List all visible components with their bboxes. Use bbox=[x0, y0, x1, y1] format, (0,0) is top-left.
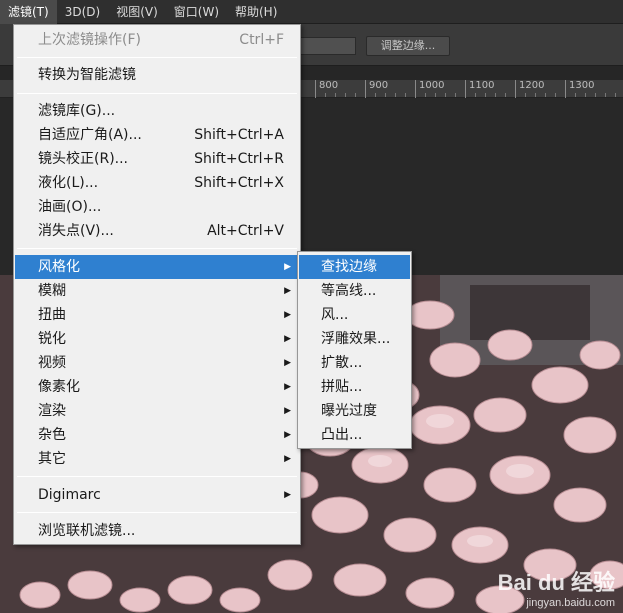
app-menubar: 滤镜(T) 3D(D) 视图(V) 窗口(W) 帮助(H) bbox=[0, 0, 623, 24]
menu-item-adaptive-wide-angle[interactable]: 自适应广角(A)... Shift+Ctrl+A bbox=[15, 123, 299, 147]
menu-item-other[interactable]: 其它 ▶ bbox=[15, 447, 299, 471]
menu-item-render[interactable]: 渲染 ▶ bbox=[15, 399, 299, 423]
menu-item-vanishing-point[interactable]: 消失点(V)... Alt+Ctrl+V bbox=[15, 219, 299, 243]
menu-item-label: 渲染 bbox=[38, 403, 66, 419]
menu-item-label: 滤镜库(G)... bbox=[38, 103, 116, 119]
menu-item-digimarc[interactable]: Digimarc ▶ bbox=[15, 483, 299, 507]
menu-item-label: 扭曲 bbox=[38, 307, 66, 323]
submenu-arrow-icon: ▶ bbox=[284, 310, 291, 320]
menu-item-browse-online-filters[interactable]: 浏览联机滤镜... bbox=[15, 519, 299, 543]
submenu-arrow-icon: ▶ bbox=[284, 334, 291, 344]
baidu-watermark: Bai du 经验 jingyan.baidu.com bbox=[498, 565, 615, 609]
filter-dropdown-menu: 上次滤镜操作(F) Ctrl+F 转换为智能滤镜 滤镜库(G)... 自适应广角… bbox=[13, 24, 301, 545]
menu-item-pixelate[interactable]: 像素化 ▶ bbox=[15, 375, 299, 399]
menu-item-label: Digimarc bbox=[38, 487, 101, 503]
menu-filter[interactable]: 滤镜(T) bbox=[0, 0, 57, 24]
menu-item-oil-paint[interactable]: 油画(O)... bbox=[15, 195, 299, 219]
menu-item-label: 杂色 bbox=[38, 427, 66, 443]
submenu-arrow-icon: ▶ bbox=[284, 286, 291, 296]
menu-item-shortcut: Shift+Ctrl+R bbox=[194, 151, 284, 167]
menu-item-label: 液化(L)... bbox=[38, 175, 99, 191]
menu-item-label: 镜头校正(R)... bbox=[38, 151, 129, 167]
menu-item-noise[interactable]: 杂色 ▶ bbox=[15, 423, 299, 447]
menu-item-video[interactable]: 视频 ▶ bbox=[15, 351, 299, 375]
menu-item-last-filter: 上次滤镜操作(F) Ctrl+F bbox=[15, 28, 299, 52]
menu-item-label: 自适应广角(A)... bbox=[38, 127, 142, 143]
submenu-item-contour[interactable]: 等高线... bbox=[299, 279, 410, 303]
menu-window[interactable]: 窗口(W) bbox=[166, 0, 227, 24]
ruler-tick: 1200 bbox=[515, 80, 544, 98]
ruler-tick: 1100 bbox=[465, 80, 494, 98]
submenu-item-extrude[interactable]: 凸出... bbox=[299, 423, 410, 447]
ruler-tick: 1300 bbox=[565, 80, 594, 98]
watermark-url: jingyan.baidu.com bbox=[526, 597, 615, 609]
menu-separator bbox=[17, 57, 297, 58]
menu-item-shortcut: Shift+Ctrl+X bbox=[194, 175, 284, 191]
submenu-arrow-icon: ▶ bbox=[284, 382, 291, 392]
menu-item-convert-smart-filter[interactable]: 转换为智能滤镜 bbox=[15, 63, 299, 87]
submenu-arrow-icon: ▶ bbox=[284, 406, 291, 416]
menu-item-label: 上次滤镜操作(F) bbox=[38, 32, 141, 48]
submenu-arrow-icon: ▶ bbox=[284, 490, 291, 500]
menu-3d[interactable]: 3D(D) bbox=[57, 0, 108, 24]
menu-item-stylize[interactable]: 风格化 ▶ bbox=[15, 255, 299, 279]
submenu-arrow-icon: ▶ bbox=[284, 358, 291, 368]
watermark-main: Bai du 经验 bbox=[497, 570, 615, 595]
menu-item-label: 消失点(V)... bbox=[38, 223, 114, 239]
menu-separator bbox=[17, 248, 297, 249]
menu-item-sharpen[interactable]: 锐化 ▶ bbox=[15, 327, 299, 351]
menu-item-label: 视频 bbox=[38, 355, 66, 371]
submenu-arrow-icon: ▶ bbox=[284, 454, 291, 464]
menu-item-label: 风格化 bbox=[38, 259, 80, 275]
submenu-item-find-edges[interactable]: 查找边缘 bbox=[299, 255, 410, 279]
menu-item-label: 锐化 bbox=[38, 331, 66, 347]
menu-item-label: 油画(O)... bbox=[38, 199, 102, 215]
submenu-item-tiles[interactable]: 拼贴... bbox=[299, 375, 410, 399]
menu-item-liquify[interactable]: 液化(L)... Shift+Ctrl+X bbox=[15, 171, 299, 195]
menu-item-label: 浏览联机滤镜... bbox=[38, 523, 136, 539]
menu-separator bbox=[17, 93, 297, 94]
stylize-submenu: 查找边缘 等高线... 风... 浮雕效果... 扩散... 拼贴... 曝光过… bbox=[297, 251, 412, 449]
menu-item-filter-gallery[interactable]: 滤镜库(G)... bbox=[15, 99, 299, 123]
menu-item-label: 转换为智能滤镜 bbox=[38, 67, 136, 83]
submenu-arrow-icon: ▶ bbox=[284, 262, 291, 272]
menu-item-shortcut: Alt+Ctrl+V bbox=[207, 223, 284, 239]
menu-help[interactable]: 帮助(H) bbox=[227, 0, 285, 24]
menu-view[interactable]: 视图(V) bbox=[108, 0, 166, 24]
menu-item-lens-correction[interactable]: 镜头校正(R)... Shift+Ctrl+R bbox=[15, 147, 299, 171]
menu-item-shortcut: Ctrl+F bbox=[239, 32, 284, 48]
menu-item-shortcut: Shift+Ctrl+A bbox=[194, 127, 284, 143]
menu-item-label: 像素化 bbox=[38, 379, 80, 395]
submenu-item-diffuse[interactable]: 扩散... bbox=[299, 351, 410, 375]
options-field[interactable] bbox=[298, 37, 356, 55]
menu-item-distort[interactable]: 扭曲 ▶ bbox=[15, 303, 299, 327]
menu-separator bbox=[17, 476, 297, 477]
ruler-tick: 1000 bbox=[415, 80, 444, 98]
menu-item-label: 其它 bbox=[38, 451, 66, 467]
submenu-item-solarize[interactable]: 曝光过度 bbox=[299, 399, 410, 423]
refine-edge-button[interactable]: 调整边缘... bbox=[366, 36, 450, 56]
submenu-arrow-icon: ▶ bbox=[284, 430, 291, 440]
submenu-item-emboss[interactable]: 浮雕效果... bbox=[299, 327, 410, 351]
submenu-item-wind[interactable]: 风... bbox=[299, 303, 410, 327]
menu-item-label: 模糊 bbox=[38, 283, 66, 299]
menu-item-blur[interactable]: 模糊 ▶ bbox=[15, 279, 299, 303]
menu-separator bbox=[17, 512, 297, 513]
